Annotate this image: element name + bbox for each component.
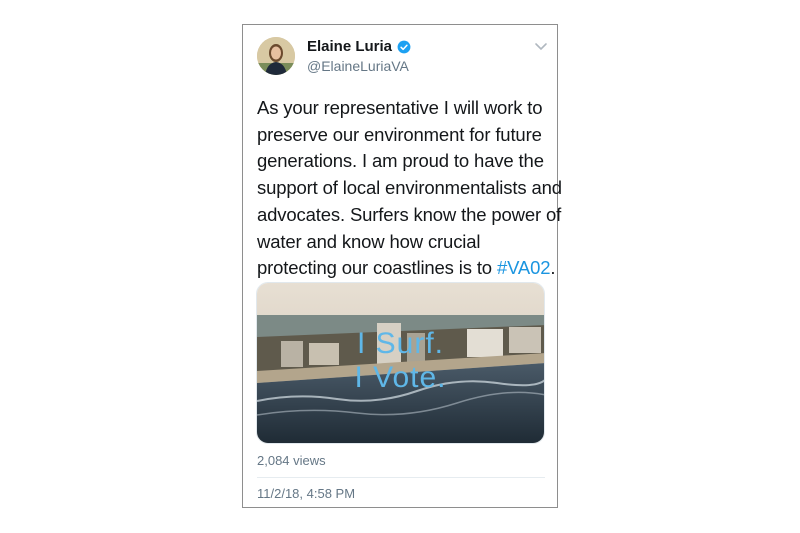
tweet-text-line: As your representative I will work to (257, 97, 543, 118)
tweet-text-line: support of local environmentalists and (257, 177, 562, 199)
chevron-down-icon[interactable] (534, 39, 548, 53)
verified-badge-icon (397, 40, 411, 53)
author-name[interactable]: Elaine Luria (307, 38, 392, 55)
tweet-text: As your representative I will work to pr… (257, 95, 562, 282)
hashtag-link[interactable]: #VA02 (497, 257, 551, 278)
video-overlay-text: I Surf. (356, 327, 445, 360)
author-name-row[interactable]: Elaine Luria (307, 38, 411, 55)
tweet-text-line: advocates. Surfers know the power of (257, 203, 562, 225)
avatar[interactable] (257, 37, 295, 75)
video-media[interactable]: I Surf. I Vote. (256, 282, 545, 444)
tweet-timestamp[interactable]: 11/2/18, 4:58 PM (257, 486, 355, 501)
video-overlay-text: I Vote. (354, 361, 447, 394)
tweet-text-line: generations. I am proud to have the (257, 150, 544, 172)
tweet-text-fragment: . (550, 257, 556, 279)
view-count: 2,084 views (257, 453, 326, 468)
tweet-text-line: preserve our environment for future (257, 123, 542, 145)
tweet-text-fragment: protecting our coastlines is to (257, 257, 497, 279)
divider (257, 477, 545, 478)
author-handle[interactable]: @ElaineLuriaVA (307, 58, 409, 74)
tweet-text-line-last: protecting our coastlines is to #VA02. (257, 255, 556, 282)
tweet-card: Elaine Luria @ElaineLuriaVA As your repr… (242, 24, 562, 508)
tweet-text-line: water and know how crucial (257, 230, 481, 252)
